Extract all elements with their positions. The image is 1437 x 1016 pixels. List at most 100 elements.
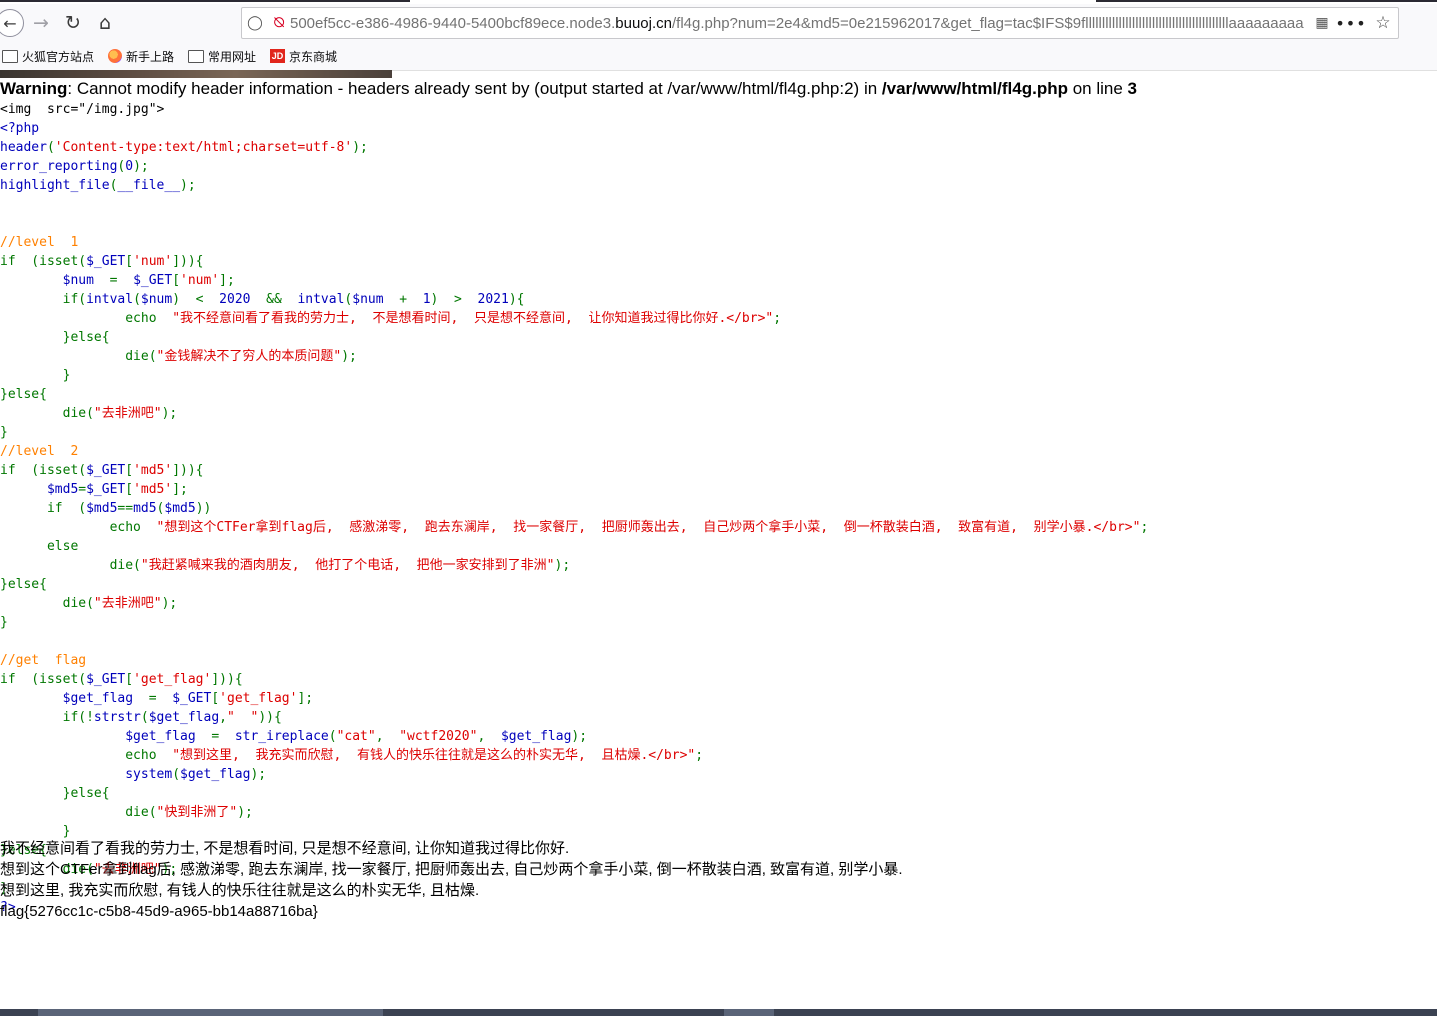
code-token: [: [125, 254, 134, 269]
url-prefix: 500ef5cc-e386-4986-9440-5400bcf89ece.nod…: [290, 14, 616, 32]
code-token: 2020: [219, 292, 267, 307]
folder-icon: [188, 49, 205, 63]
code-token: );: [250, 767, 267, 782]
bookmark-item[interactable]: 火狐官方站点: [2, 48, 94, 65]
code-token: $_GET: [172, 691, 212, 706]
code-line: if (isset($_GET['get_flag'])){: [0, 670, 1437, 689]
code-line: error_reporting(0);: [0, 157, 1437, 176]
code-token: );: [352, 140, 368, 155]
code-token: "快到非洲了": [156, 805, 238, 820]
code-line: }else{: [0, 328, 1437, 347]
code-line: die("我赶紧喊来我的酒肉朋友, 他打了个电话, 把他一家安排到了非洲");: [0, 556, 1437, 575]
shield-icon[interactable]: ◯: [242, 15, 268, 31]
code-token: }: [0, 425, 8, 440]
code-token: $md5: [164, 501, 196, 516]
code-token: error_reporting: [0, 159, 118, 174]
code-line: die("去非洲吧");: [0, 594, 1437, 613]
code-line: }: [0, 423, 1437, 442]
code-token: die(: [0, 805, 157, 820]
code-token: $num: [0, 273, 110, 288]
code-token: $get_flag: [0, 691, 149, 706]
code-token: str_ireplace: [234, 729, 329, 744]
code-line: <?php: [0, 119, 1437, 138]
code-token: ];: [297, 691, 314, 706]
code-token: "想到这个CTFer拿到flag后, 感激涕零, 跑去东澜岸, 找一家餐厅, 把…: [156, 520, 1141, 535]
code-token: }else{: [0, 577, 47, 592]
code-token: intval: [86, 292, 134, 307]
code-line: echo "想到这个CTFer拿到flag后, 感激涕零, 跑去东澜岸, 找一家…: [0, 518, 1437, 537]
code-line: die("金钱解决不了穷人的本质问题");: [0, 347, 1437, 366]
code-token: );: [161, 406, 178, 421]
code-line: }: [0, 613, 1437, 632]
code-token: }: [0, 368, 71, 383]
code-token: 'md5': [133, 463, 173, 478]
code-token: 'Content-type:text/html;charset=utf-8': [54, 140, 353, 155]
code-token: (: [133, 292, 141, 307]
back-button[interactable]: ←: [0, 9, 24, 37]
bookmark-item[interactable]: JD 京东商城: [270, 48, 337, 65]
code-line: die("快到非洲了");: [0, 803, 1437, 822]
code-token: die(: [0, 406, 94, 421]
output-line: 想到这里, 我充实而欣慰, 有钱人的快乐往往就是这么的朴实无华, 且枯燥.: [0, 882, 480, 899]
code-token: $_GET: [86, 482, 126, 497]
code-token: );: [571, 729, 588, 744]
code-line: highlight_file(__file__);: [0, 176, 1437, 195]
code-token: )): [258, 710, 274, 725]
code-token: }else{: [0, 330, 110, 345]
taskbar-strip: [0, 1009, 1437, 1016]
code-token: );: [554, 558, 571, 573]
code-token: 'get_flag': [219, 691, 298, 706]
code-line: system($get_flag);: [0, 765, 1437, 784]
code-token: if(!: [0, 710, 94, 725]
code-token: [: [125, 672, 134, 687]
code-token: ];: [219, 273, 235, 288]
code-token: 2021: [477, 292, 509, 307]
page-actions-icon[interactable]: •••: [1334, 14, 1368, 33]
code-token: +: [399, 292, 423, 307]
code-token: "我赶紧喊来我的酒肉朋友, 他打了个电话, 把他一家安排到了非洲": [140, 558, 555, 573]
qr-code-icon[interactable]: ▦: [1310, 15, 1334, 31]
warning-on-line: on line: [1067, 79, 1128, 98]
code-line: }else{: [0, 575, 1437, 594]
code-line: <img src="/img.jpg">: [0, 100, 1437, 119]
folder-icon: [2, 49, 18, 63]
output-line: 想到这个CTFer拿到flag后, 感激涕零, 跑去东澜岸, 找一家餐厅, 把厨…: [0, 861, 903, 878]
code-token: __file__: [117, 178, 181, 193]
code-token: <img src="/img.jpg">: [0, 102, 165, 117]
code-token: ;: [1140, 520, 1149, 535]
url-text[interactable]: 500ef5cc-e386-4986-9440-5400bcf89ece.nod…: [290, 15, 1310, 32]
code-token: =: [109, 273, 134, 288]
bookmark-item[interactable]: 常用网址: [188, 48, 256, 65]
code-token: die(: [0, 558, 141, 573]
home-button[interactable]: ⌂: [90, 8, 120, 38]
code-token: ==: [117, 501, 134, 516]
code-line: echo "想到这里, 我充实而欣慰, 有钱人的快乐往往就是这么的朴实无华, 且…: [0, 746, 1437, 765]
bookmark-label: 火狐官方站点: [22, 49, 95, 64]
address-bar[interactable]: ◯ ⦰ 500ef5cc-e386-4986-9440-5400bcf89ece…: [241, 7, 1399, 39]
code-token: $_GET: [86, 254, 126, 269]
code-token: intval: [297, 292, 345, 307]
code-token: if (isset(: [0, 463, 87, 478]
code-token: [: [125, 482, 134, 497]
code-token: ;: [695, 748, 704, 763]
code-token: 'md5': [133, 482, 173, 497]
code-line: }: [0, 366, 1437, 385]
url-domain: buuoj.cn: [615, 14, 672, 32]
script-output: 我不经意间看了看我的劳力士, 不是想看时间, 只是想不经意间, 让你知道我过得比…: [0, 838, 1437, 922]
taskbar-segment: [724, 1009, 774, 1016]
bookmark-star-icon[interactable]: ☆: [1368, 13, 1398, 33]
code-token: $_GET: [133, 273, 173, 288]
code-token: 1: [422, 292, 431, 307]
reload-button[interactable]: ↻: [58, 8, 88, 38]
forward-button[interactable]: →: [26, 8, 56, 38]
page-image-fragment: [0, 70, 392, 78]
warning-line-number: 3: [1127, 79, 1137, 98]
code-token: [: [211, 691, 220, 706]
bookmark-item[interactable]: 新手上路: [108, 48, 174, 65]
code-token: 'num': [133, 254, 173, 269]
insecure-lock-icon[interactable]: ⦰: [268, 15, 290, 31]
code-token: ];: [172, 482, 188, 497]
url-path: /fl4g.php?num=2e4&md5=0e215962017&get_fl…: [671, 14, 1304, 32]
code-token: strstr: [93, 710, 141, 725]
